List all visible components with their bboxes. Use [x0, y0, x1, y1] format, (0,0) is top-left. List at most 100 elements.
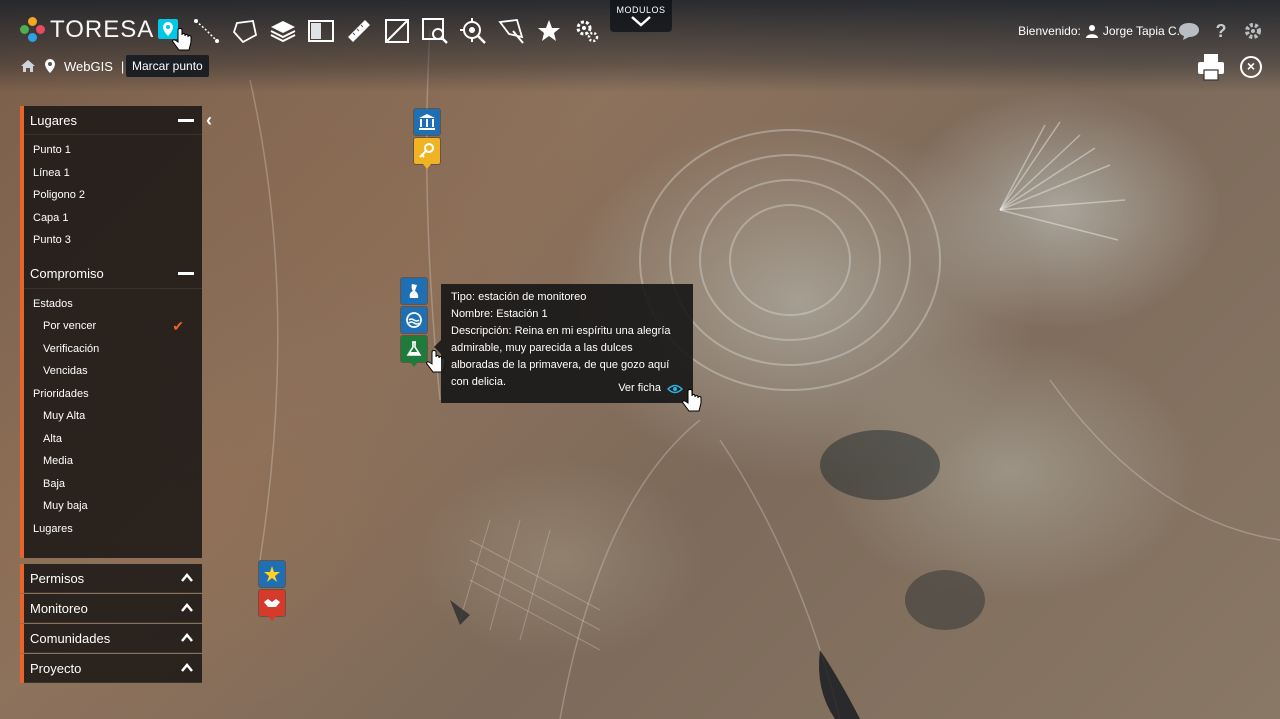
section-permisos-header[interactable]: Permisos	[24, 564, 202, 593]
select-area-tool-button[interactable]	[492, 14, 530, 48]
line-icon	[194, 19, 219, 43]
chevron-up-icon[interactable]	[180, 661, 194, 675]
sidebar-collapse-icon[interactable]: ‹	[206, 110, 212, 131]
key-marker[interactable]	[414, 138, 440, 169]
tool-buttons	[150, 14, 606, 48]
user-name[interactable]: Jorge Tapia C.	[1103, 24, 1180, 38]
ruler-tool-button[interactable]	[340, 14, 378, 48]
checkmark-icon: ✔	[172, 317, 184, 334]
location-pin-icon	[45, 59, 55, 73]
modules-label: MODULOS	[616, 5, 666, 15]
station-info-popup: Tipo: estación de monitoreo Nombre: Esta…	[434, 284, 693, 403]
settings-icon	[576, 20, 599, 43]
institution-marker[interactable]	[414, 109, 440, 135]
list-item[interactable]: Punto 1	[30, 139, 202, 162]
select-area-icon	[498, 19, 524, 44]
polygon-icon	[232, 20, 258, 44]
breadcrumb-label[interactable]: WebGIS	[64, 59, 113, 74]
layers-tool-button[interactable]	[264, 14, 302, 48]
user-icon	[1085, 25, 1098, 38]
list-item[interactable]: Alta	[30, 428, 202, 451]
zoom-area-icon	[422, 18, 448, 44]
list-item[interactable]: Verificación	[30, 338, 202, 361]
group-label[interactable]: Prioridades	[30, 383, 202, 406]
view-record-link[interactable]: Ver ficha	[618, 380, 683, 397]
printer-icon	[1198, 54, 1224, 81]
header-actions: ?	[1178, 20, 1264, 42]
water-marker[interactable]	[401, 307, 427, 333]
settings-tool-button[interactable]	[568, 14, 606, 48]
sidebar: Lugares Punto 1 Línea 1 Poligono 2 Capa …	[20, 106, 202, 683]
handshake-marker[interactable]	[259, 590, 285, 621]
chat-icon[interactable]	[1178, 20, 1200, 42]
split-view-icon	[308, 20, 334, 42]
group-label[interactable]: Lugares	[30, 518, 202, 541]
area-measure-tool-button[interactable]	[378, 14, 416, 48]
section-proyecto-header[interactable]: Proyecto	[24, 654, 202, 683]
home-icon[interactable]	[20, 59, 36, 73]
list-item[interactable]: Poligono 2	[30, 184, 202, 207]
modules-tab[interactable]: MODULOS	[610, 0, 672, 32]
star-marker[interactable]	[259, 561, 285, 587]
list-item[interactable]: Media	[30, 450, 202, 473]
user-info: Bienvenido: Jorge Tapia C.	[1018, 24, 1180, 38]
list-item[interactable]: Línea 1	[30, 162, 202, 185]
rabbit-icon	[409, 284, 419, 298]
key-icon	[419, 143, 434, 158]
favorites-tool-button[interactable]	[530, 14, 568, 48]
bank-icon	[419, 114, 435, 130]
collapse-minus-icon[interactable]	[178, 118, 194, 122]
list-item[interactable]: Vencidas	[30, 360, 202, 383]
breadcrumb: WebGIS |	[20, 58, 124, 74]
section-title: Compromiso	[30, 266, 104, 281]
section-monitoreo-header[interactable]: Monitoreo	[24, 594, 202, 623]
section-lugares: Lugares Punto 1 Línea 1 Poligono 2 Capa …	[20, 106, 202, 260]
water-icon	[406, 312, 422, 328]
list-item[interactable]: Capa 1	[30, 207, 202, 230]
section-monitoreo: Monitoreo	[20, 594, 202, 623]
group-label[interactable]: Estados	[30, 293, 202, 316]
list-item[interactable]: Muy Alta	[30, 405, 202, 428]
list-item[interactable]: Baja	[30, 473, 202, 496]
ruler-icon	[348, 20, 370, 42]
popup-name: Nombre: Estación 1	[451, 308, 548, 320]
locate-icon	[460, 18, 486, 44]
list-item[interactable]: Muy baja	[30, 495, 202, 518]
list-item[interactable]: Punto 3	[30, 229, 202, 252]
section-compromiso-header[interactable]: Compromiso	[24, 260, 202, 289]
brand-name: TORESA	[50, 16, 155, 43]
locate-tool-button[interactable]	[454, 14, 492, 48]
lugares-list: Punto 1 Línea 1 Poligono 2 Capa 1 Punto …	[24, 135, 202, 260]
layers-icon	[270, 21, 296, 43]
section-title: Lugares	[30, 112, 77, 128]
chevron-up-icon[interactable]	[180, 601, 194, 615]
gear-icon[interactable]	[1242, 20, 1264, 42]
help-icon[interactable]: ?	[1210, 20, 1232, 42]
close-button[interactable]: ×	[1240, 56, 1262, 78]
star-icon	[538, 20, 560, 41]
polygon-tool-button[interactable]	[226, 14, 264, 48]
section-compromiso: Compromiso Estados Por vencer ✔ Verificac…	[20, 259, 202, 559]
list-item[interactable]: Por vencer ✔	[30, 315, 202, 338]
collapse-minus-icon[interactable]	[178, 272, 194, 275]
section-comunidades: Comunidades	[20, 624, 202, 653]
logo-dots-icon	[20, 17, 46, 43]
star-icon	[264, 566, 280, 582]
print-button[interactable]	[1196, 52, 1226, 82]
zoom-area-tool-button[interactable]	[416, 14, 454, 48]
chevron-up-icon[interactable]	[180, 571, 194, 585]
hand-cursor-icon	[170, 28, 194, 56]
brand-logo[interactable]: TORESA	[20, 16, 154, 44]
flask-icon	[406, 341, 422, 356]
chevron-up-icon[interactable]	[180, 631, 194, 645]
section-lugares-header[interactable]: Lugares	[24, 106, 202, 135]
split-view-tool-button[interactable]	[302, 14, 340, 48]
tool-tooltip: Marcar punto	[126, 55, 209, 77]
hand-cursor-icon	[680, 389, 704, 417]
section-proyecto: Proyecto	[20, 654, 202, 683]
area-measure-icon	[385, 19, 409, 43]
rabbit-marker[interactable]	[401, 278, 427, 304]
view-record-label: Ver ficha	[618, 382, 661, 394]
compromiso-list: Estados Por vencer ✔ Verificación Vencida…	[24, 289, 202, 559]
section-comunidades-header[interactable]: Comunidades	[24, 624, 202, 653]
